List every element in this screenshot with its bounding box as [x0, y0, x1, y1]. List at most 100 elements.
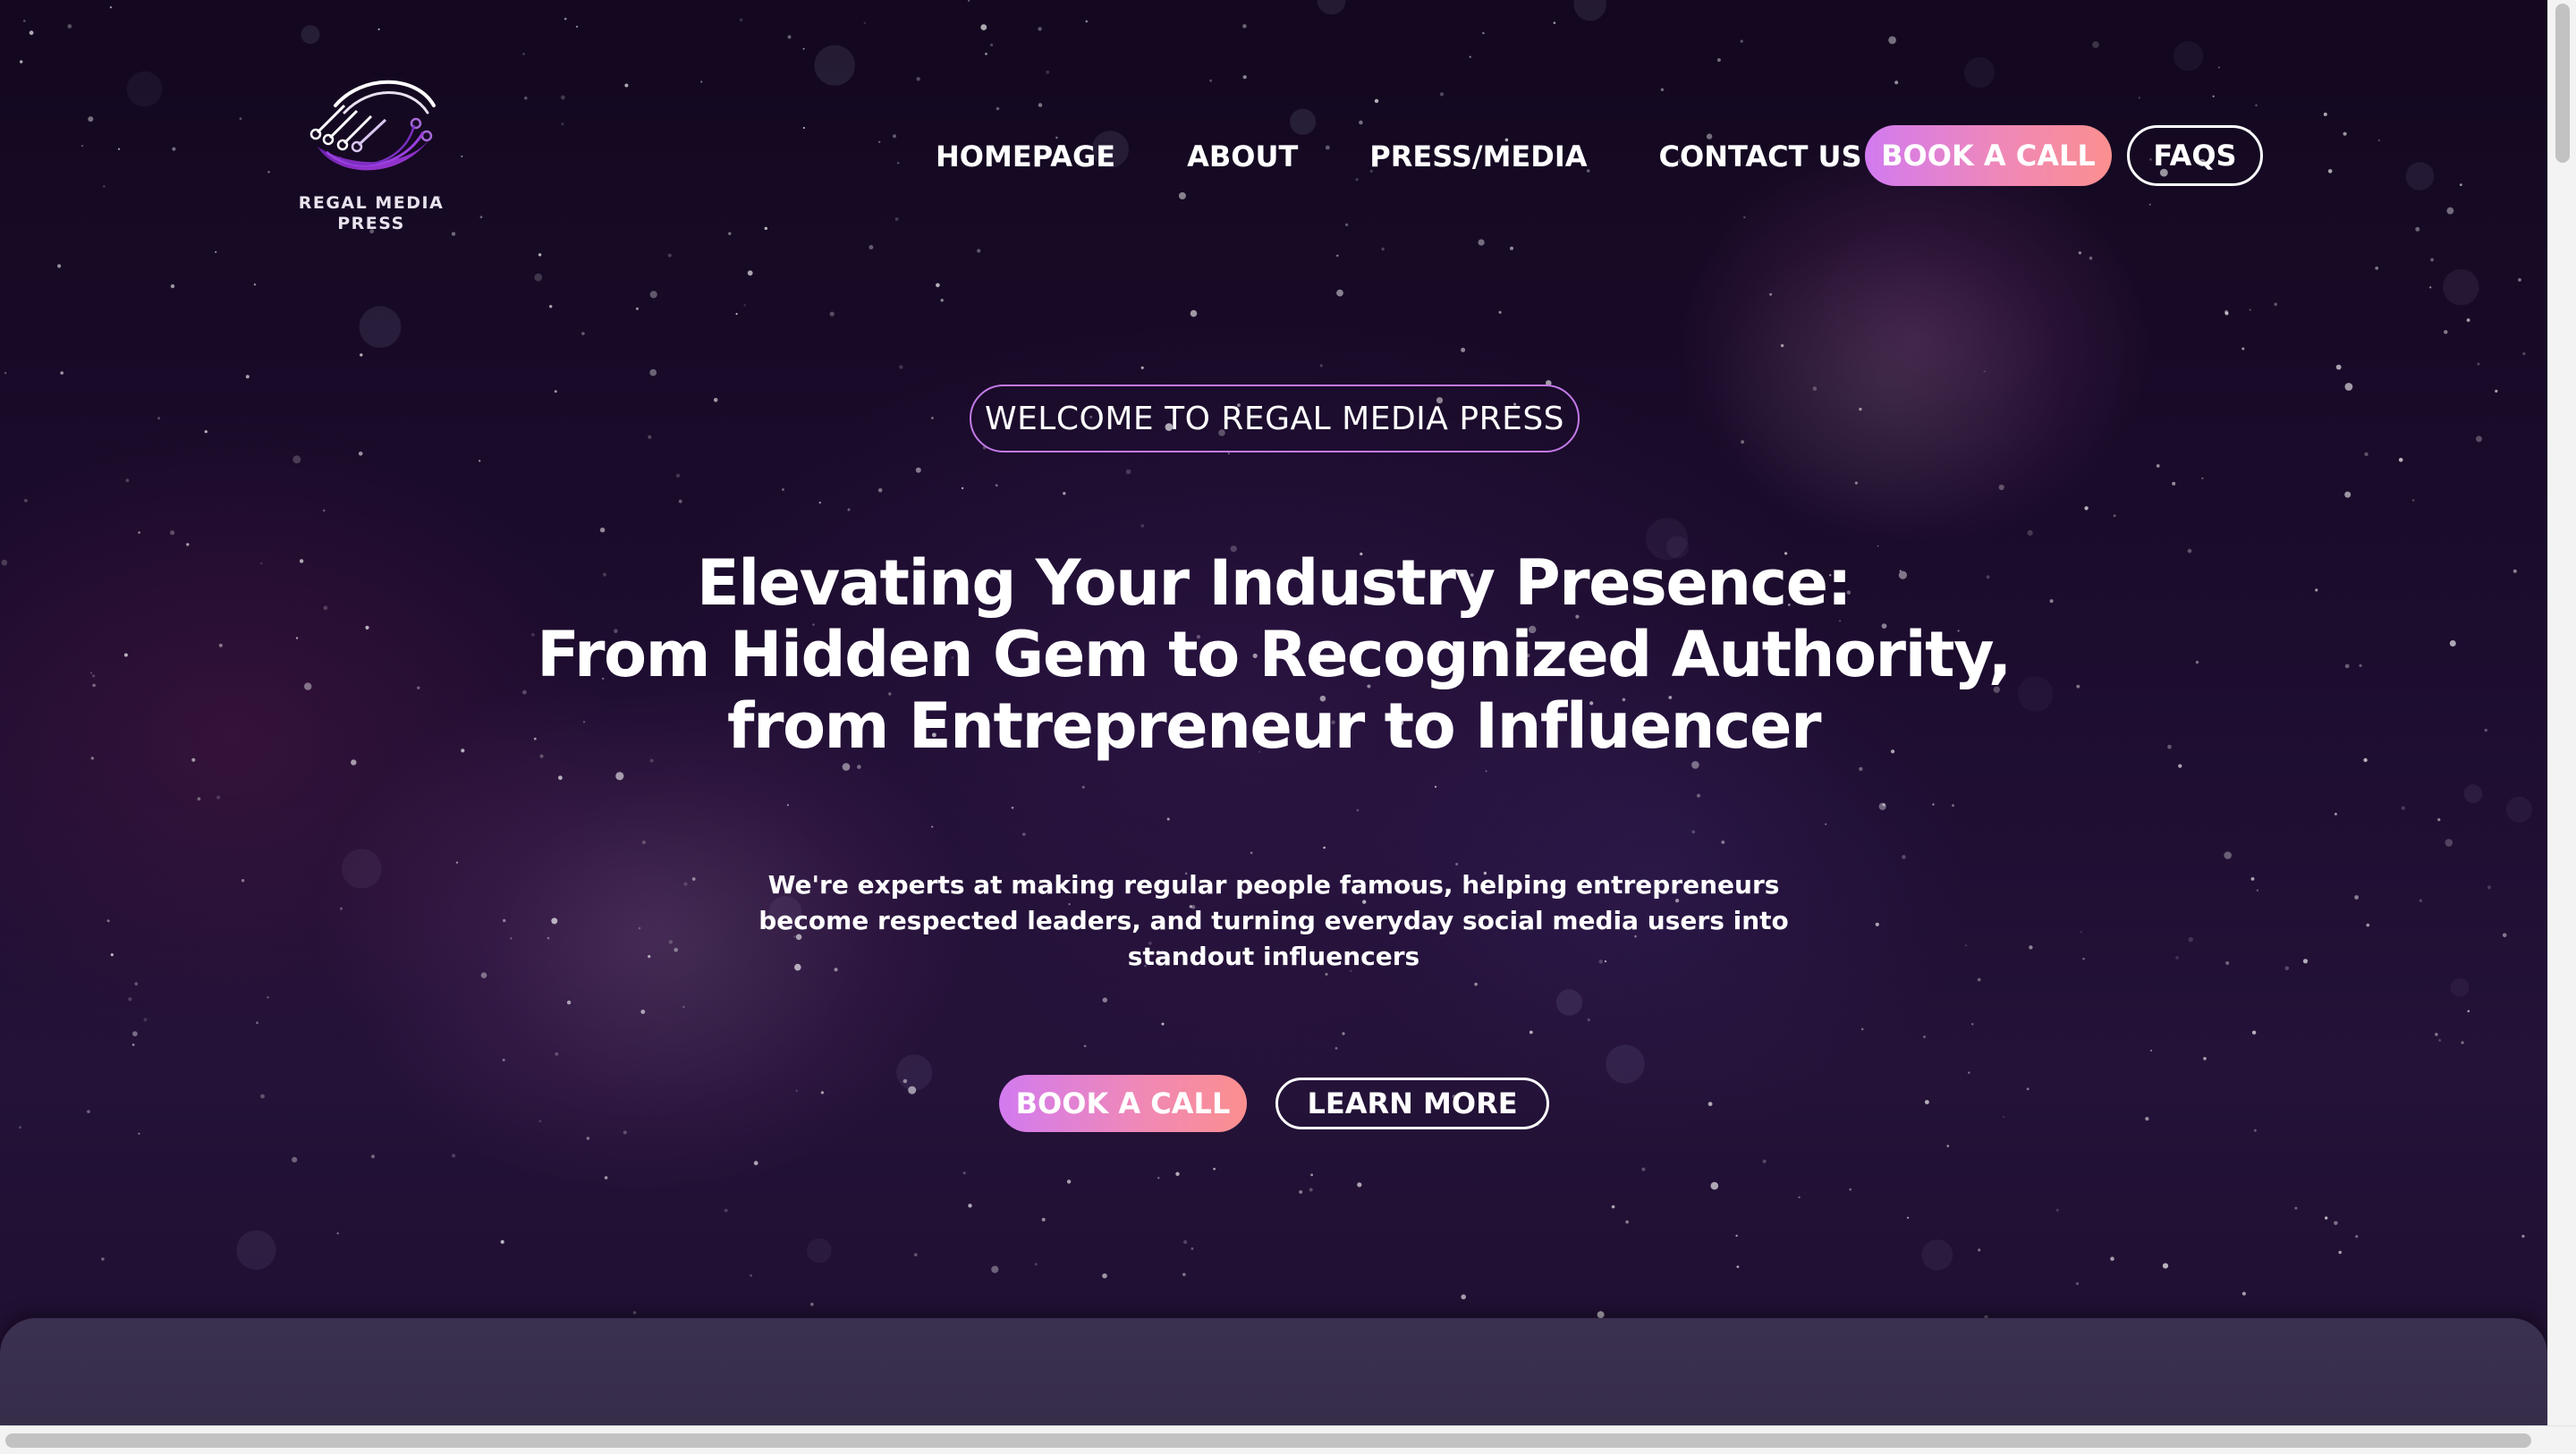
star — [581, 332, 585, 335]
star — [239, 117, 242, 121]
star — [2251, 1030, 2257, 1035]
nav-link-press-media[interactable]: PRESS/MEDIA — [1369, 139, 1587, 173]
star — [2249, 309, 2251, 311]
hero-book-a-call-button[interactable]: BOOK A CALL — [999, 1075, 1247, 1132]
star — [728, 232, 732, 235]
star — [1932, 803, 1935, 806]
star — [2466, 318, 2470, 322]
horizontal-scrollbar[interactable] — [0, 1425, 2576, 1454]
star — [256, 1021, 258, 1024]
hero-learn-more-button[interactable]: LEARN MORE — [1275, 1078, 1549, 1129]
welcome-badge: WELCOME TO REGAL MEDIA PRESS — [970, 385, 1580, 452]
star — [2461, 1041, 2464, 1044]
vertical-scrollbar[interactable] — [2547, 0, 2576, 1425]
star — [2029, 945, 2033, 950]
star — [977, 249, 981, 253]
star — [877, 488, 883, 493]
star-glow — [126, 71, 163, 107]
star — [172, 147, 176, 151]
star — [131, 1044, 135, 1046]
star — [80, 144, 84, 148]
page: REGAL MEDIA PRESS HOMEPAGE ABOUT PRESS/M… — [0, 0, 2576, 1454]
star — [2294, 1206, 2298, 1210]
nav-link-about[interactable]: ABOUT — [1187, 139, 1298, 173]
star — [1209, 79, 1212, 82]
star — [1736, 1265, 1740, 1268]
star — [1798, 1196, 1801, 1199]
star — [1310, 1173, 1313, 1177]
star — [1242, 24, 1247, 29]
star — [561, 95, 565, 100]
star — [1242, 75, 1247, 80]
star — [820, 1091, 825, 1095]
star — [2078, 251, 2082, 255]
star — [1336, 254, 1339, 258]
star — [899, 365, 903, 369]
nav-book-a-call-button[interactable]: BOOK A CALL — [1865, 125, 2112, 186]
logo[interactable]: REGAL MEDIA PRESS — [291, 70, 452, 249]
star — [743, 304, 746, 307]
star — [930, 417, 934, 419]
star — [2224, 851, 2232, 859]
star-glow — [2505, 796, 2532, 823]
star-glow — [236, 1230, 276, 1270]
star — [2148, 203, 2151, 206]
nav-link-contact-us[interactable]: CONTACT US — [1659, 139, 1862, 173]
star — [29, 30, 34, 36]
star — [461, 155, 463, 157]
subtext-line: standout influencers — [1127, 942, 1420, 971]
star — [2274, 302, 2277, 307]
star-glow — [896, 1054, 933, 1091]
star — [2195, 660, 2199, 664]
star — [1335, 1046, 1338, 1050]
star — [2435, 1033, 2438, 1036]
star — [534, 273, 543, 282]
star — [1081, 785, 1085, 789]
star — [1066, 1179, 1072, 1184]
star — [713, 398, 718, 402]
star-glow — [2450, 977, 2470, 997]
star — [20, 60, 23, 63]
star — [479, 216, 483, 219]
star — [1183, 1239, 1188, 1245]
star — [371, 1154, 375, 1159]
subtext-line: We're experts at making regular people f… — [767, 870, 1780, 900]
star-glow — [807, 1238, 832, 1264]
star — [747, 270, 753, 276]
star — [674, 948, 678, 952]
star — [667, 253, 672, 258]
vertical-scrollbar-thumb[interactable] — [2555, 4, 2570, 163]
star — [818, 501, 821, 504]
star — [1977, 977, 1981, 982]
star — [558, 775, 563, 781]
star — [123, 653, 128, 657]
star — [2188, 937, 2193, 943]
star — [1696, 793, 1701, 798]
star — [2375, 266, 2379, 270]
star — [351, 759, 357, 765]
star — [1085, 20, 1089, 23]
star — [1710, 1181, 1719, 1190]
star — [1859, 407, 1862, 411]
nav-link-homepage[interactable]: HOMEPAGE — [936, 139, 1115, 173]
star — [2444, 330, 2448, 334]
star — [1553, 21, 1556, 24]
star — [292, 1156, 298, 1162]
horizontal-scrollbar-thumb[interactable] — [5, 1433, 2531, 1448]
star — [1716, 58, 1721, 63]
star — [2250, 877, 2255, 881]
star — [1597, 1311, 1605, 1319]
star — [1888, 36, 1897, 45]
star — [103, 185, 106, 188]
star — [683, 882, 688, 886]
star — [138, 531, 140, 534]
star — [106, 919, 110, 923]
star — [940, 299, 944, 302]
nav-faqs-button[interactable]: FAQS — [2127, 125, 2263, 186]
star — [2335, 364, 2342, 370]
star — [1498, 310, 1502, 314]
star — [782, 488, 784, 491]
star — [894, 217, 899, 221]
star — [735, 312, 738, 316]
star — [2113, 514, 2116, 518]
